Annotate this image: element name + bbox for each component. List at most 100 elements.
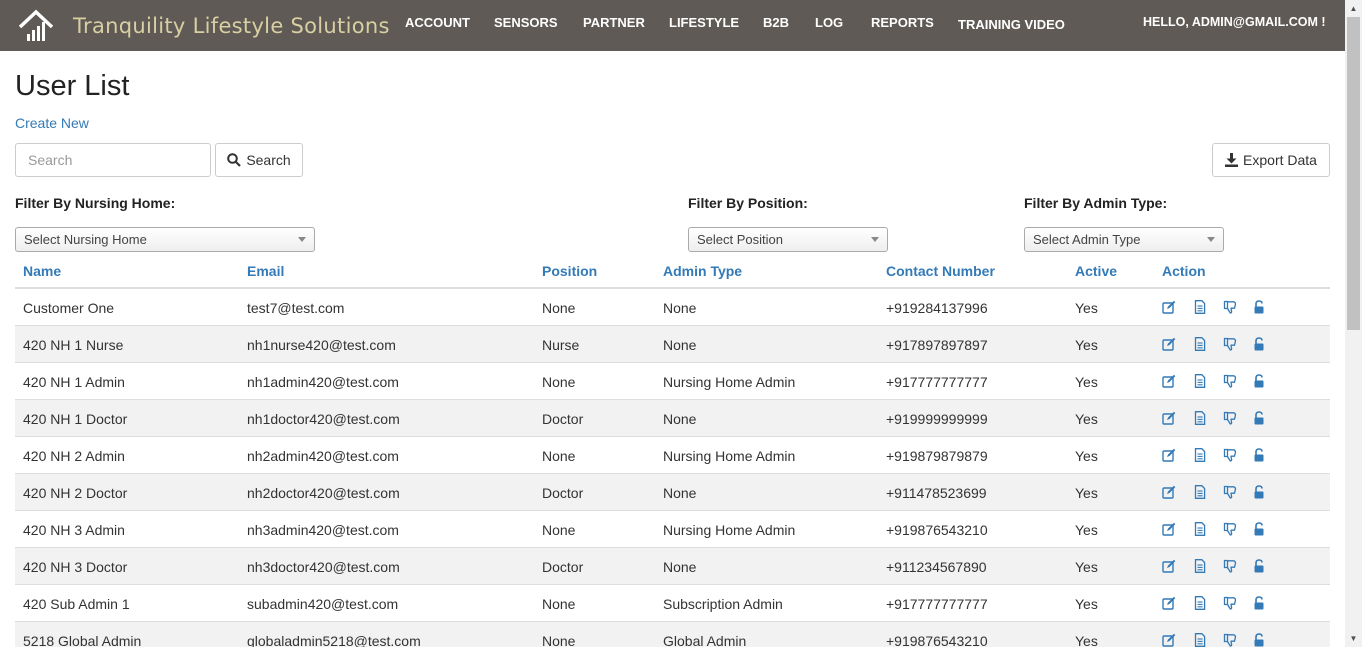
scroll-up-arrow-icon[interactable]: ▲ — [1345, 0, 1362, 17]
cell-contact-number: +917897897897 — [886, 337, 988, 353]
unlock-icon[interactable] — [1252, 374, 1266, 388]
thumbs-down-icon[interactable] — [1223, 596, 1237, 610]
column-header-name[interactable]: Name — [23, 263, 61, 279]
cell-position: Doctor — [542, 559, 584, 575]
export-data-button[interactable]: Export Data — [1212, 143, 1330, 177]
document-icon[interactable] — [1193, 411, 1207, 425]
document-icon[interactable] — [1193, 596, 1207, 610]
cell-name: 420 NH 1 Doctor — [23, 411, 128, 427]
unlock-icon[interactable] — [1252, 559, 1266, 573]
thumbs-down-icon[interactable] — [1223, 522, 1237, 536]
filter-nursing-home-label: Filter By Nursing Home: — [15, 195, 176, 211]
table-row: 420 NH 1 Nurse nh1nurse420@test.com Nurse N… — [15, 326, 1330, 363]
search-button-label: Search — [246, 152, 291, 168]
unlock-icon[interactable] — [1252, 300, 1266, 314]
cell-active: Yes — [1075, 559, 1098, 575]
edit-icon[interactable] — [1162, 559, 1176, 573]
nav-partner[interactable]: PARTNER — [583, 15, 645, 30]
thumbs-down-icon[interactable] — [1223, 300, 1237, 314]
cell-name: 420 NH 3 Doctor — [23, 559, 128, 575]
edit-icon[interactable] — [1162, 374, 1176, 388]
cell-position: None — [542, 633, 576, 647]
cell-active: Yes — [1075, 300, 1098, 316]
nav-b2b[interactable]: B2B — [763, 15, 789, 30]
edit-icon[interactable] — [1162, 596, 1176, 610]
thumbs-down-icon[interactable] — [1223, 559, 1237, 573]
edit-icon[interactable] — [1162, 411, 1176, 425]
nav-log[interactable]: LOG — [815, 15, 843, 30]
unlock-icon[interactable] — [1252, 411, 1266, 425]
unlock-icon[interactable] — [1252, 485, 1266, 499]
unlock-icon[interactable] — [1252, 596, 1266, 610]
thumbs-down-icon[interactable] — [1223, 448, 1237, 462]
thumbs-down-icon[interactable] — [1223, 411, 1237, 425]
table-row: Customer One test7@test.com None None +91928… — [15, 289, 1330, 326]
cell-contact-number: +911478523699 — [886, 485, 987, 501]
column-header-contact-number[interactable]: Contact Number — [886, 263, 995, 279]
edit-icon[interactable] — [1162, 522, 1176, 536]
unlock-icon[interactable] — [1252, 448, 1266, 462]
thumbs-down-icon[interactable] — [1223, 337, 1237, 351]
cell-admin-type: Global Admin — [663, 633, 747, 647]
cell-name: Customer One — [23, 300, 115, 316]
nav-sensors[interactable]: SENSORS — [494, 15, 558, 30]
nav-lifestyle[interactable]: LIFESTYLE — [669, 15, 739, 30]
user-greeting[interactable]: HELLO, ADMIN@GMAIL.COM ! — [1143, 15, 1326, 29]
edit-icon[interactable] — [1162, 300, 1176, 314]
edit-icon[interactable] — [1162, 448, 1176, 462]
filter-admin-type-label: Filter By Admin Type: — [1024, 195, 1168, 211]
create-new-link[interactable]: Create New — [15, 115, 89, 131]
document-icon[interactable] — [1193, 633, 1207, 647]
edit-icon[interactable] — [1162, 633, 1176, 647]
export-data-label: Export Data — [1243, 152, 1317, 168]
scroll-down-arrow-icon[interactable]: ▼ — [1345, 630, 1362, 647]
table-header: Name Email Position Admin Type Contact N… — [15, 253, 1330, 289]
nursing-home-select[interactable]: Select Nursing Home — [15, 227, 315, 252]
nav-account[interactable]: ACCOUNT — [405, 15, 470, 30]
unlock-icon[interactable] — [1252, 337, 1266, 351]
search-input[interactable] — [15, 143, 211, 177]
column-header-position[interactable]: Position — [542, 263, 597, 279]
table-row: 420 NH 2 Doctor nh2doctor420@test.com Doct… — [15, 474, 1330, 511]
cell-contact-number: +919284137996 — [886, 300, 988, 316]
cell-active: Yes — [1075, 596, 1098, 612]
search-button[interactable]: Search — [215, 143, 303, 177]
thumbs-down-icon[interactable] — [1223, 633, 1237, 647]
cell-admin-type: None — [663, 485, 697, 501]
column-header-email[interactable]: Email — [247, 263, 284, 279]
cell-active: Yes — [1075, 633, 1098, 647]
column-header-admin-type[interactable]: Admin Type — [663, 263, 742, 279]
thumbs-down-icon[interactable] — [1223, 374, 1237, 388]
document-icon[interactable] — [1193, 485, 1207, 499]
unlock-icon[interactable] — [1252, 522, 1266, 536]
document-icon[interactable] — [1193, 300, 1207, 314]
nav-training-video[interactable]: TRAINING VIDEO — [958, 17, 1065, 32]
cell-contact-number: +919876543210 — [886, 522, 988, 538]
cell-position: Doctor — [542, 485, 584, 501]
admin-type-select[interactable]: Select Admin Type — [1024, 227, 1224, 252]
position-select[interactable]: Select Position — [688, 227, 888, 252]
cell-email: test7@test.com — [247, 300, 345, 316]
brand[interactable]: Tranquility Lifestyle Solutions — [17, 6, 390, 46]
scroll-thumb[interactable] — [1347, 17, 1360, 330]
position-select-value: Select Position — [697, 232, 783, 247]
document-icon[interactable] — [1193, 522, 1207, 536]
edit-icon[interactable] — [1162, 337, 1176, 351]
table-body: Customer One test7@test.com None None +91928… — [15, 289, 1330, 647]
cell-admin-type: Nursing Home Admin — [663, 374, 796, 390]
document-icon[interactable] — [1193, 448, 1207, 462]
admin-type-select-value: Select Admin Type — [1033, 232, 1141, 247]
edit-icon[interactable] — [1162, 485, 1176, 499]
cell-admin-type: None — [663, 300, 697, 316]
nav-reports[interactable]: REPORTS — [871, 15, 934, 30]
column-header-active[interactable]: Active — [1075, 263, 1117, 279]
document-icon[interactable] — [1193, 559, 1207, 573]
unlock-icon[interactable] — [1252, 633, 1266, 647]
search-icon — [227, 153, 242, 167]
page-scrollbar[interactable]: ▲ ▼ — [1345, 0, 1362, 647]
document-icon[interactable] — [1193, 374, 1207, 388]
document-icon[interactable] — [1193, 337, 1207, 351]
thumbs-down-icon[interactable] — [1223, 485, 1237, 499]
cell-name: 420 NH 1 Nurse — [23, 337, 124, 353]
cell-position: None — [542, 522, 576, 538]
